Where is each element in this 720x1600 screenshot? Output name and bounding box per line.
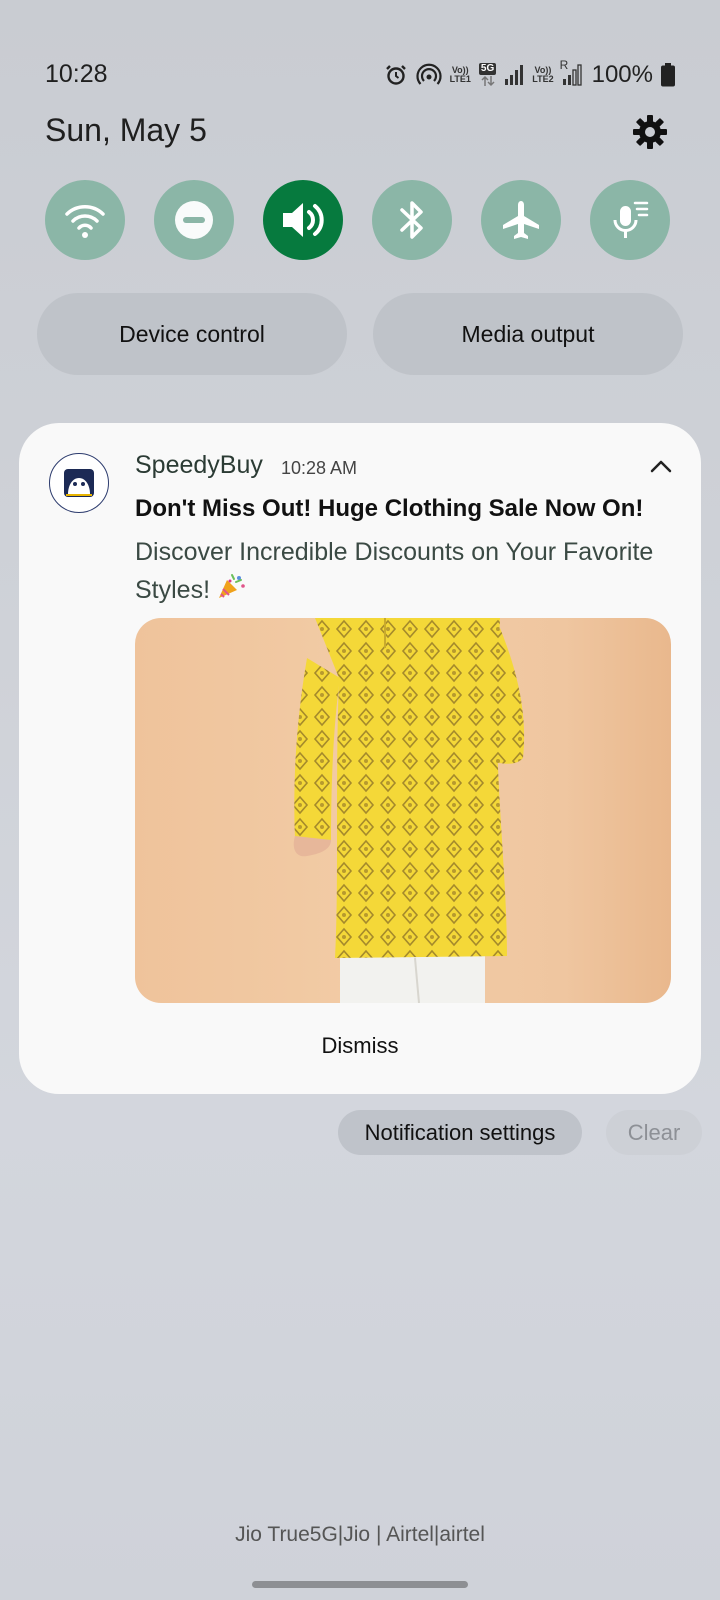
5g-icon: 5G [478,63,497,87]
media-output-label: Media output [461,320,595,347]
date-label: Sun, May 5 [45,112,207,148]
wifi-toggle[interactable] [45,180,125,260]
status-bar: 10:28 Vo)) LTE1 5G Vo)) LTE2 R 100% [0,0,720,110]
volte-lte2-icon: Vo)) LTE2 [532,65,554,84]
signal-sim2-roaming-icon: R [560,58,582,86]
airplane-toggle[interactable] [481,180,561,260]
chevron-up-icon[interactable] [647,453,675,481]
party-popper-icon [217,572,247,611]
media-output-button[interactable]: Media output [373,293,683,375]
wifi-icon [65,205,105,238]
do-not-disturb-icon [175,201,213,239]
speedybuy-app-icon [49,453,109,513]
clear-button[interactable]: Clear [606,1110,702,1155]
notification-settings-label: Notification settings [364,1119,556,1145]
device-control-button[interactable]: Device control [37,293,347,375]
airplane-icon [503,201,539,239]
volte-lte1-icon: Vo)) LTE1 [449,65,471,84]
battery-percent: 100% [591,61,653,88]
home-indicator[interactable] [252,1581,468,1588]
bluetooth-icon [400,201,423,239]
notification-body-wrap: Discover Incredible Discounts on Your Fa… [135,533,695,611]
status-time: 10:28 [45,60,108,88]
product-image[interactable] [135,618,671,1003]
battery-icon [661,63,675,87]
mic-caption-icon [613,201,649,238]
signal-sim1-icon [504,64,524,86]
quick-settings-row [45,180,675,260]
live-caption-toggle[interactable] [590,180,670,260]
carrier-label: Jio True5G|Jio | Airtel|airtel [235,1523,485,1546]
notification-card[interactable]: SpeedyBuy 10:28 AM Don't Miss Out! Huge … [19,423,701,1094]
settings-gear-icon[interactable] [630,112,670,152]
hotspot-icon [415,63,442,87]
sound-icon [283,203,324,237]
dnd-toggle[interactable] [154,180,234,260]
device-control-label: Device control [119,320,265,347]
dismiss-button[interactable]: Dismiss [19,1033,701,1059]
notification-app-name: SpeedyBuy [135,451,263,479]
notification-title: Don't Miss Out! Huge Clothing Sale Now O… [135,495,644,522]
notification-settings-button[interactable]: Notification settings [338,1110,582,1155]
sound-toggle[interactable] [263,180,343,260]
notification-body: Discover Incredible Discounts on Your Fa… [135,538,654,604]
alarm-icon [384,63,408,87]
notification-time: 10:28 AM [281,458,358,478]
status-icons: Vo)) LTE1 5G Vo)) LTE2 R 100% [384,58,675,92]
bluetooth-toggle[interactable] [372,180,452,260]
clear-label: Clear [627,1119,681,1145]
